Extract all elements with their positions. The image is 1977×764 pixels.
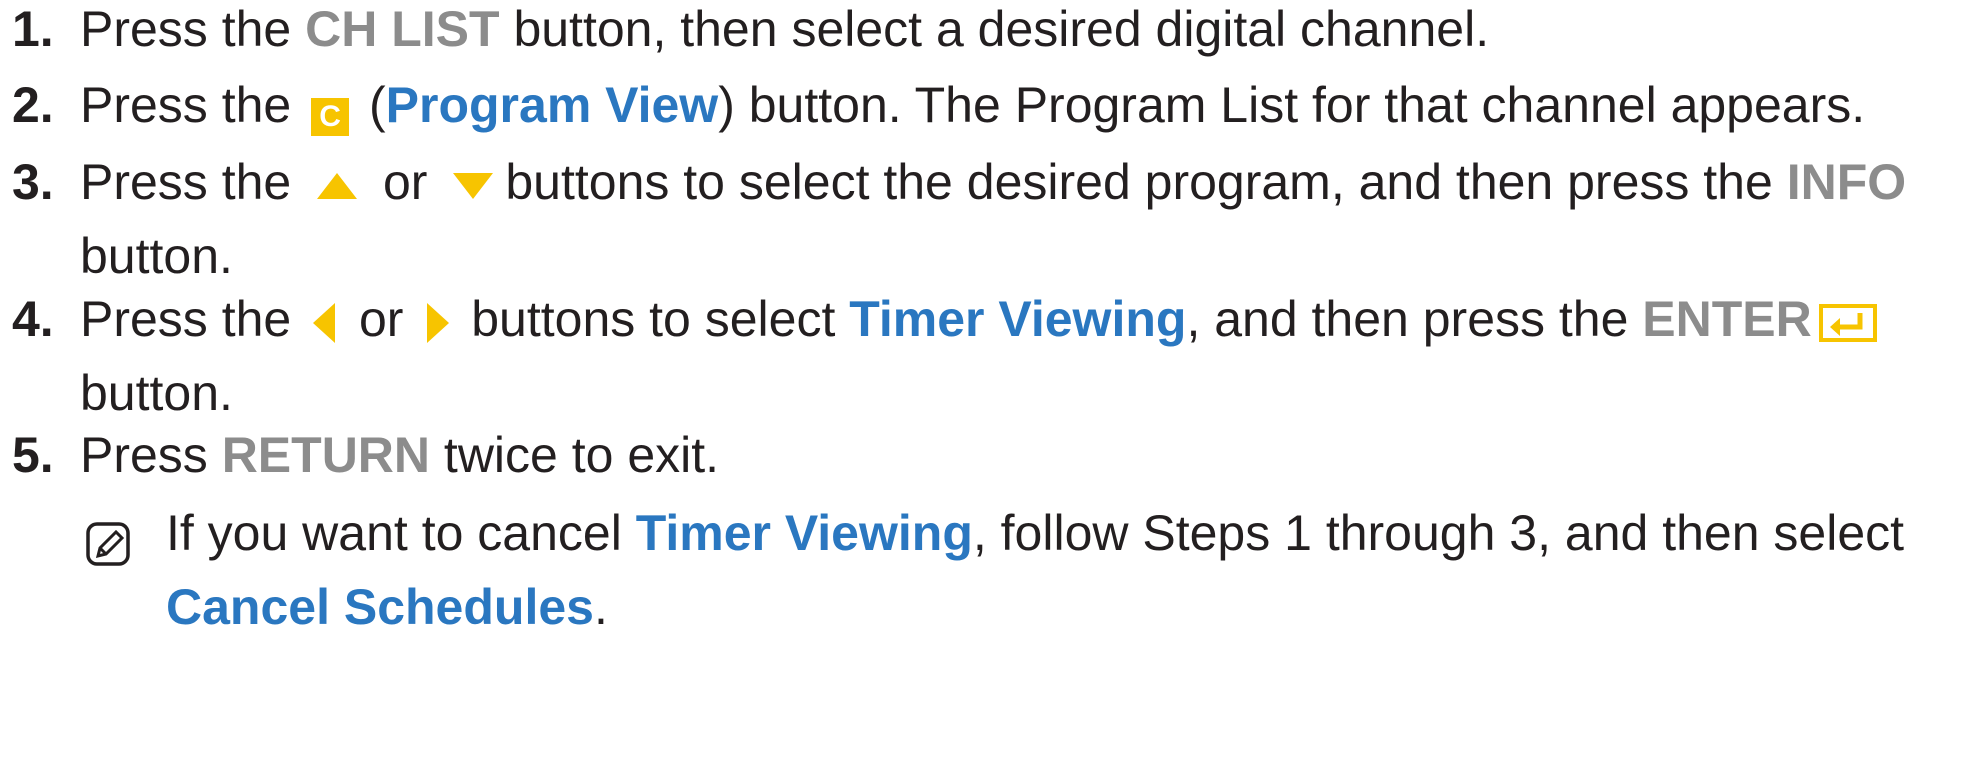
- step-text-paren: (: [355, 77, 386, 133]
- down-arrow-icon: [451, 171, 495, 201]
- cancel-schedules-key: Cancel Schedules: [166, 579, 594, 635]
- info-key: INFO: [1786, 154, 1907, 210]
- step-text-suffix: twice to exit.: [430, 427, 720, 483]
- step-number: 4.: [12, 291, 54, 347]
- step-number: 3.: [12, 154, 54, 210]
- c-button-icon: C: [311, 98, 350, 136]
- instruction-document: 1. Press the CH LIST button, then select…: [0, 0, 1977, 764]
- program-view-key: Program View: [385, 77, 719, 133]
- note-text-suffix: .: [593, 579, 608, 635]
- step-number: 1.: [12, 1, 54, 57]
- step-text: Press RETURN twice to exit.: [80, 418, 719, 492]
- step-text-or: or: [345, 291, 418, 347]
- step-text-prefix: Press the: [80, 1, 306, 57]
- enter-key: ENTER: [1642, 291, 1812, 347]
- left-arrow-icon: [311, 301, 337, 345]
- note-icon: [84, 514, 132, 588]
- step-text-suffix2: , and then press the: [1186, 291, 1643, 347]
- step-text-suffix: buttons to select: [457, 291, 850, 347]
- step-text-prefix: Press the: [80, 77, 306, 133]
- note-text: If you want to cancel Timer Viewing, fol…: [166, 496, 1904, 570]
- timer-viewing-key: Timer Viewing: [635, 505, 973, 561]
- step-text-or: or: [369, 154, 442, 210]
- step-text: Press the CH LIST button, then select a …: [80, 0, 1489, 66]
- enter-icon: [1818, 303, 1878, 343]
- note-text-prefix: If you want to cancel: [166, 505, 636, 561]
- step-text-suffix: buttons to select the desired program, a…: [505, 154, 1787, 210]
- timer-viewing-key: Timer Viewing: [849, 291, 1187, 347]
- note-text-line2: Cancel Schedules.: [166, 570, 608, 644]
- step-text: Press the or buttons to select Timer Vie…: [80, 282, 1878, 356]
- note-text-middle: , follow Steps 1 through 3, and then sel…: [972, 505, 1905, 561]
- step-text-suffix: button, then select a desired digital ch…: [499, 1, 1490, 57]
- step-text-suffix: ) button. The Program List for that chan…: [718, 77, 1866, 133]
- step-text-prefix: Press: [80, 427, 222, 483]
- step-text: Press the or buttons to select the desir…: [80, 145, 1906, 219]
- ch-list-key: CH LIST: [305, 1, 500, 57]
- step-text: Press the C (Program View) button. The P…: [80, 68, 1865, 142]
- up-arrow-icon: [315, 171, 359, 201]
- right-arrow-icon: [425, 301, 451, 345]
- step-text-prefix: Press the: [80, 154, 306, 210]
- step-number: 5.: [12, 427, 54, 483]
- step-number: 2.: [12, 77, 54, 133]
- return-key: RETURN: [221, 427, 431, 483]
- step-text-prefix: Press the: [80, 291, 306, 347]
